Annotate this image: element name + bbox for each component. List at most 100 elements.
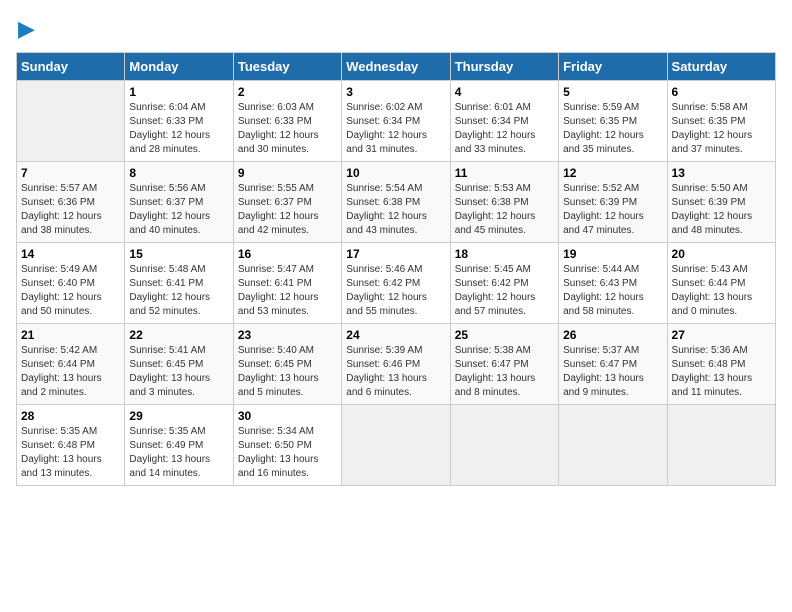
day-info: Sunrise: 5:46 AM Sunset: 6:42 PM Dayligh…: [346, 263, 445, 319]
day-number: 2: [238, 85, 337, 99]
day-number: 6: [672, 85, 771, 99]
day-number: 17: [346, 247, 445, 261]
day-number: 15: [129, 247, 228, 261]
calendar-cell: 6Sunrise: 5:58 AM Sunset: 6:35 PM Daylig…: [667, 81, 775, 162]
day-number: 3: [346, 85, 445, 99]
day-number: 1: [129, 85, 228, 99]
day-info: Sunrise: 5:47 AM Sunset: 6:41 PM Dayligh…: [238, 263, 337, 319]
day-number: 12: [563, 166, 662, 180]
logo: ▶: [16, 16, 35, 42]
calendar-cell: 10 Sunrise: 5:54 AM Sunset: 6:38 PM Dayli…: [342, 162, 450, 243]
day-info: Sunrise: 5:42 AM Sunset: 6:44 PM Dayligh…: [21, 344, 120, 400]
calendar-cell: [17, 81, 125, 162]
day-number: 30: [238, 409, 337, 423]
day-number: 29: [129, 409, 228, 423]
calendar-cell: 20 Sunrise: 5:43 AM Sunset: 6:44 PM Dayli…: [667, 243, 775, 324]
calendar-cell: 8 Sunrise: 5:56 AM Sunset: 6:37 PM Daylig…: [125, 162, 233, 243]
day-info: Sunrise: 5:43 AM Sunset: 6:44 PM Dayligh…: [672, 263, 771, 319]
calendar-cell: 28 Sunrise: 5:35 AM Sunset: 6:48 PM Dayli…: [17, 405, 125, 486]
weekday-header: Sunday: [17, 53, 125, 81]
day-number: 14: [21, 247, 120, 261]
day-info: Sunrise: 5:35 AM Sunset: 6:48 PM Dayligh…: [21, 425, 120, 481]
day-number: 18: [455, 247, 554, 261]
calendar-week-row: 28 Sunrise: 5:35 AM Sunset: 6:48 PM Dayli…: [17, 405, 776, 486]
calendar-cell: 30 Sunrise: 5:34 AM Sunset: 6:50 PM Dayli…: [233, 405, 341, 486]
calendar-week-row: 21Sunrise: 5:42 AM Sunset: 6:44 PM Dayli…: [17, 324, 776, 405]
day-info: Sunrise: 6:04 AM Sunset: 6:33 PM Dayligh…: [129, 101, 228, 157]
calendar-cell: 26 Sunrise: 5:37 AM Sunset: 6:47 PM Dayli…: [559, 324, 667, 405]
weekday-header: Wednesday: [342, 53, 450, 81]
day-info: Sunrise: 6:03 AM Sunset: 6:33 PM Dayligh…: [238, 101, 337, 157]
weekday-header: Monday: [125, 53, 233, 81]
day-info: Sunrise: 5:38 AM Sunset: 6:47 PM Dayligh…: [455, 344, 554, 400]
day-info: Sunrise: 5:52 AM Sunset: 6:39 PM Dayligh…: [563, 182, 662, 238]
day-info: Sunrise: 5:40 AM Sunset: 6:45 PM Dayligh…: [238, 344, 337, 400]
day-number: 11: [455, 166, 554, 180]
weekday-header: Tuesday: [233, 53, 341, 81]
weekday-header: Friday: [559, 53, 667, 81]
day-number: 4: [455, 85, 554, 99]
weekday-header: Thursday: [450, 53, 558, 81]
day-info: Sunrise: 5:41 AM Sunset: 6:45 PM Dayligh…: [129, 344, 228, 400]
calendar-cell: 22 Sunrise: 5:41 AM Sunset: 6:45 PM Dayli…: [125, 324, 233, 405]
day-number: 9: [238, 166, 337, 180]
day-info: Sunrise: 5:49 AM Sunset: 6:40 PM Dayligh…: [21, 263, 120, 319]
day-number: 5: [563, 85, 662, 99]
day-number: 20: [672, 247, 771, 261]
day-info: Sunrise: 5:34 AM Sunset: 6:50 PM Dayligh…: [238, 425, 337, 481]
calendar-cell: 1 Sunrise: 6:04 AM Sunset: 6:33 PM Daylig…: [125, 81, 233, 162]
day-number: 13: [672, 166, 771, 180]
day-number: 22: [129, 328, 228, 342]
day-info: Sunrise: 5:37 AM Sunset: 6:47 PM Dayligh…: [563, 344, 662, 400]
day-info: Sunrise: 5:56 AM Sunset: 6:37 PM Dayligh…: [129, 182, 228, 238]
calendar-cell: 19Sunrise: 5:44 AM Sunset: 6:43 PM Dayli…: [559, 243, 667, 324]
day-number: 8: [129, 166, 228, 180]
calendar-cell: 3 Sunrise: 6:02 AM Sunset: 6:34 PM Daylig…: [342, 81, 450, 162]
calendar-cell: 11 Sunrise: 5:53 AM Sunset: 6:38 PM Dayli…: [450, 162, 558, 243]
calendar-cell: [667, 405, 775, 486]
day-info: Sunrise: 5:45 AM Sunset: 6:42 PM Dayligh…: [455, 263, 554, 319]
calendar-cell: [342, 405, 450, 486]
calendar-week-row: 14 Sunrise: 5:49 AM Sunset: 6:40 PM Dayli…: [17, 243, 776, 324]
day-info: Sunrise: 6:02 AM Sunset: 6:34 PM Dayligh…: [346, 101, 445, 157]
day-info: Sunrise: 5:53 AM Sunset: 6:38 PM Dayligh…: [455, 182, 554, 238]
logo-bird-icon: ▶: [18, 16, 35, 42]
day-info: Sunrise: 5:54 AM Sunset: 6:38 PM Dayligh…: [346, 182, 445, 238]
day-info: Sunrise: 5:57 AM Sunset: 6:36 PM Dayligh…: [21, 182, 120, 238]
day-info: Sunrise: 5:39 AM Sunset: 6:46 PM Dayligh…: [346, 344, 445, 400]
calendar-week-row: 1 Sunrise: 6:04 AM Sunset: 6:33 PM Daylig…: [17, 81, 776, 162]
day-number: 23: [238, 328, 337, 342]
page-header: ▶: [16, 16, 776, 42]
day-number: 7: [21, 166, 120, 180]
day-info: Sunrise: 5:50 AM Sunset: 6:39 PM Dayligh…: [672, 182, 771, 238]
calendar-week-row: 7 Sunrise: 5:57 AM Sunset: 6:36 PM Daylig…: [17, 162, 776, 243]
day-info: Sunrise: 5:48 AM Sunset: 6:41 PM Dayligh…: [129, 263, 228, 319]
day-number: 10: [346, 166, 445, 180]
day-number: 28: [21, 409, 120, 423]
calendar-cell: 4 Sunrise: 6:01 AM Sunset: 6:34 PM Daylig…: [450, 81, 558, 162]
calendar-cell: 17 Sunrise: 5:46 AM Sunset: 6:42 PM Dayli…: [342, 243, 450, 324]
calendar-cell: 29 Sunrise: 5:35 AM Sunset: 6:49 PM Dayli…: [125, 405, 233, 486]
day-number: 26: [563, 328, 662, 342]
calendar-cell: [450, 405, 558, 486]
day-number: 16: [238, 247, 337, 261]
calendar-cell: 7 Sunrise: 5:57 AM Sunset: 6:36 PM Daylig…: [17, 162, 125, 243]
weekday-header: Saturday: [667, 53, 775, 81]
calendar-cell: 18 Sunrise: 5:45 AM Sunset: 6:42 PM Dayli…: [450, 243, 558, 324]
day-number: 25: [455, 328, 554, 342]
day-info: Sunrise: 5:44 AM Sunset: 6:43 PM Dayligh…: [563, 263, 662, 319]
calendar-cell: 24 Sunrise: 5:39 AM Sunset: 6:46 PM Dayli…: [342, 324, 450, 405]
calendar-cell: 21Sunrise: 5:42 AM Sunset: 6:44 PM Dayli…: [17, 324, 125, 405]
day-info: Sunrise: 5:36 AM Sunset: 6:48 PM Dayligh…: [672, 344, 771, 400]
calendar-cell: [559, 405, 667, 486]
day-info: Sunrise: 5:35 AM Sunset: 6:49 PM Dayligh…: [129, 425, 228, 481]
day-info: Sunrise: 5:55 AM Sunset: 6:37 PM Dayligh…: [238, 182, 337, 238]
calendar-cell: 12 Sunrise: 5:52 AM Sunset: 6:39 PM Dayli…: [559, 162, 667, 243]
calendar-cell: 5Sunrise: 5:59 AM Sunset: 6:35 PM Daylig…: [559, 81, 667, 162]
day-info: Sunrise: 6:01 AM Sunset: 6:34 PM Dayligh…: [455, 101, 554, 157]
calendar-cell: 27Sunrise: 5:36 AM Sunset: 6:48 PM Dayli…: [667, 324, 775, 405]
calendar-header-row: SundayMondayTuesdayWednesdayThursdayFrid…: [17, 53, 776, 81]
calendar-cell: 16 Sunrise: 5:47 AM Sunset: 6:41 PM Dayli…: [233, 243, 341, 324]
day-number: 24: [346, 328, 445, 342]
calendar-cell: 2 Sunrise: 6:03 AM Sunset: 6:33 PM Daylig…: [233, 81, 341, 162]
